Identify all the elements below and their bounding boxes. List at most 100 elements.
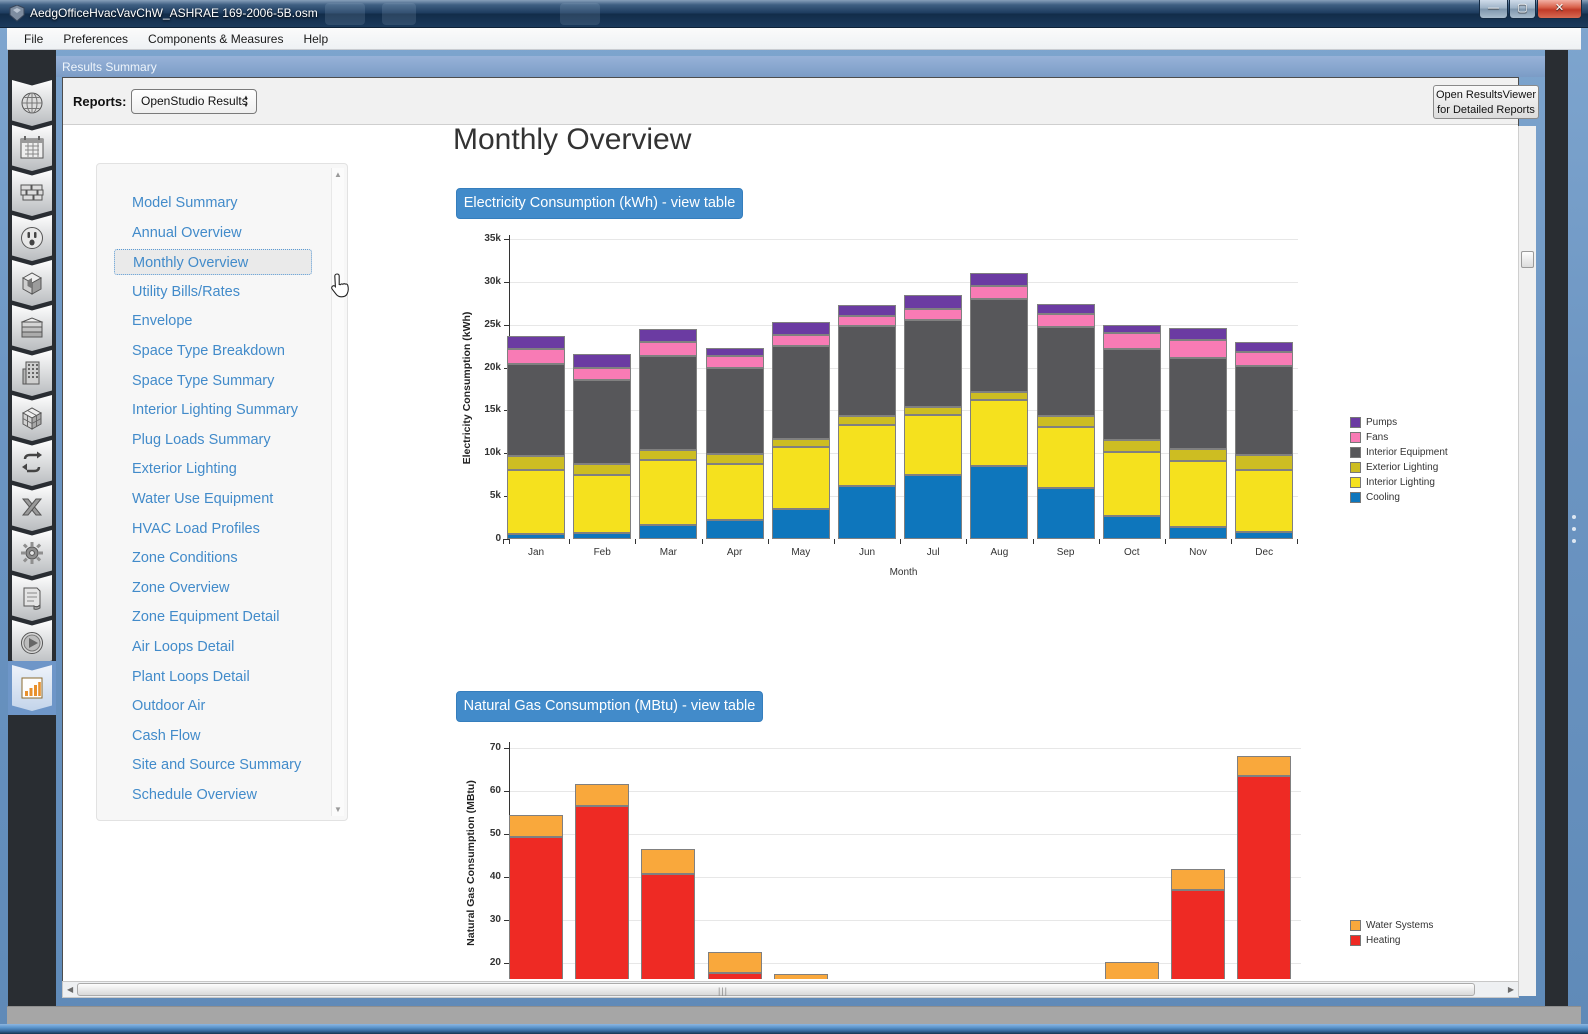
bar-segment-fans: [705, 356, 764, 368]
x-tick: [900, 539, 902, 544]
constructions-icon: [19, 180, 45, 206]
rail-tab-scripts-icon[interactable]: [12, 575, 52, 621]
window-bottom-border: [0, 1024, 1588, 1034]
bar-segment-cooling: [573, 533, 632, 539]
menu-help[interactable]: Help: [294, 29, 337, 49]
menu-components-measures[interactable]: Components & Measures: [139, 29, 292, 49]
scroll-right-icon[interactable]: ▶: [1508, 985, 1514, 994]
rail-tab-spaces-icon[interactable]: [12, 395, 52, 441]
rail-tab-results-summary-icon[interactable]: [12, 665, 52, 711]
x-tick: [833, 539, 835, 544]
spaces-icon: [19, 405, 45, 431]
x-tick-label: Sep: [1056, 547, 1075, 558]
bar-segment-exterior-lighting: [507, 455, 565, 470]
gridline: [509, 281, 1298, 283]
bar-segment-interior-equipment: [970, 299, 1029, 392]
y-tick-label: 5k: [489, 490, 501, 502]
chart-view-table-button[interactable]: Electricity Consumption (kWh) - view tab…: [456, 188, 743, 219]
bar-segment-cooling: [1169, 527, 1227, 539]
bar-segment-interior-lighting: [639, 460, 698, 526]
bar-segment-interior-equipment: [639, 355, 698, 450]
x-tick: [502, 539, 504, 544]
bar-segment-fans: [507, 348, 565, 365]
legend-label: Fans: [1366, 432, 1389, 443]
bar-segment-pumps: [1235, 341, 1294, 353]
rail-tab-output-variables-icon[interactable]: [12, 485, 52, 531]
space-types-icon: [19, 270, 45, 296]
x-tick-label: Jan: [527, 547, 545, 558]
rail-tab-site-icon[interactable]: [12, 80, 52, 126]
rail-tab-schedules-icon[interactable]: [12, 125, 52, 171]
rail-tab-facility-icon[interactable]: [12, 350, 52, 396]
legend-label: Water Systems: [1366, 920, 1434, 931]
bar-segment-interior-lighting: [573, 474, 632, 533]
close-button[interactable]: ✕: [1537, 0, 1582, 19]
geometry-icon: [19, 315, 45, 341]
bar-segment-pumps: [705, 347, 764, 357]
status-bar: [7, 1006, 1581, 1024]
bar-segment-cooling: [1235, 532, 1294, 539]
y-tick-label: 15k: [484, 404, 501, 416]
rail-tab-geometry-icon[interactable]: [12, 305, 52, 351]
content-vertical-scrollbar[interactable]: [1518, 126, 1536, 996]
horizontal-scroll-thumb[interactable]: |||: [77, 983, 1475, 996]
x-tick-label: Feb: [593, 547, 611, 558]
chart-view-table-button[interactable]: Natural Gas Consumption (MBtu) - view ta…: [456, 691, 763, 722]
bar-segment-fans: [1169, 340, 1227, 359]
content-horizontal-scrollbar[interactable]: ◀ ||| ▶: [62, 981, 1519, 998]
bar-segment-cooling: [639, 525, 698, 539]
bar-segment-cooling: [970, 466, 1029, 539]
rail-tab-constructions-icon[interactable]: [12, 170, 52, 216]
legend-label: Exterior Lighting: [1366, 462, 1439, 473]
bar-segment-water-systems: [1237, 755, 1292, 776]
x-tick: [767, 539, 769, 544]
menu-file[interactable]: File: [15, 29, 52, 49]
scroll-left-icon[interactable]: ◀: [67, 985, 73, 994]
title-bar[interactable]: AedgOfficeHvacVavChW_ASHRAE 169-2006-5B.…: [0, 0, 1588, 28]
gas-chart-clipped-area: 20 30 40 50 60 70: [63, 734, 1403, 979]
x-tick: [1297, 539, 1299, 544]
x-tick-label: Apr: [726, 547, 743, 558]
legend-swatch: [1350, 920, 1361, 931]
vertical-scroll-thumb[interactable]: [1521, 251, 1534, 268]
maximize-button[interactable]: ▢: [1509, 0, 1536, 19]
x-tick-label: Oct: [1124, 547, 1140, 558]
bar-segment-heating: [707, 972, 762, 979]
results-summary-tab-label: Results Summary: [62, 60, 157, 74]
rail-tab-measures-icon[interactable]: [12, 530, 52, 576]
grip-dot: [1572, 527, 1576, 531]
rail-tab-loads-icon[interactable]: [12, 215, 52, 261]
bar-segment-water-systems: [575, 783, 630, 806]
rail-tab-space-types-icon[interactable]: [12, 260, 52, 306]
menu-preferences[interactable]: Preferences: [54, 29, 137, 49]
rail-tab-hvac-systems-icon[interactable]: [12, 440, 52, 486]
x-tick: [635, 539, 637, 544]
rail-tab-run-simulation-icon[interactable]: [12, 620, 52, 666]
bar-segment-pumps: [639, 329, 698, 342]
legend-label: Heating: [1366, 935, 1401, 946]
bar-segment-interior-lighting: [1169, 461, 1227, 527]
bar-segment-exterior-lighting: [1169, 449, 1227, 461]
bar-segment-interior-equipment: [705, 367, 764, 455]
output-variables-icon: [19, 495, 45, 521]
bar-segment-fans: [1036, 313, 1095, 328]
legend-swatch: [1350, 935, 1361, 946]
bar-segment-interior-equipment: [1169, 358, 1227, 449]
measures-icon: [19, 540, 45, 566]
legend-swatch: [1350, 417, 1361, 428]
x-axis-title: Month: [889, 567, 918, 578]
gridline: [509, 239, 1298, 240]
bar-segment-pumps: [838, 305, 896, 317]
y-tick-label: 10k: [484, 447, 501, 459]
bar-segment-cooling: [1102, 515, 1161, 539]
legend-label: Interior Equipment: [1366, 447, 1448, 458]
bar-segment-exterior-lighting: [1235, 455, 1294, 470]
bar-segment-pumps: [771, 322, 830, 335]
thumb-grip: |||: [718, 986, 729, 996]
bar-segment-interior-lighting: [904, 414, 963, 475]
bar-segment-fans: [970, 286, 1029, 299]
bar-segment-exterior-lighting: [838, 416, 896, 425]
aero-ghost: [382, 3, 416, 25]
minimize-button[interactable]: —: [1479, 0, 1508, 19]
bar-segment-interior-lighting: [1036, 426, 1095, 488]
